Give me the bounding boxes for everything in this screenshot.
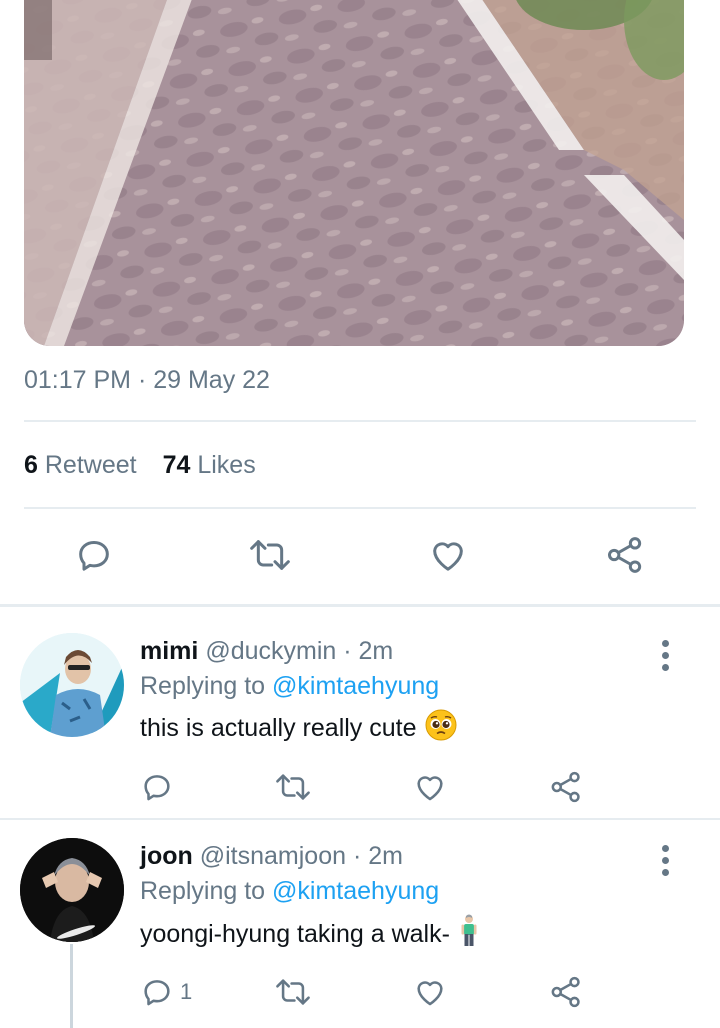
- like-button[interactable]: [428, 535, 468, 575]
- divider: [24, 507, 696, 509]
- retweet-button[interactable]: [274, 770, 312, 804]
- author-name[interactable]: joon: [140, 842, 193, 870]
- mention-link[interactable]: @kimtaehyung: [272, 877, 439, 905]
- share-icon: [551, 771, 580, 803]
- heart-icon: [417, 776, 443, 801]
- retweet-label: Retweet: [44, 451, 137, 479]
- reply-count: 1: [180, 979, 193, 1004]
- mention-link[interactable]: @kimtaehyung: [272, 672, 439, 700]
- reply-button[interactable]: [140, 770, 180, 804]
- retweet-button[interactable]: [274, 975, 312, 1009]
- replying-to: Replying to @kimtaehyung: [140, 672, 660, 701]
- replying-to: Replying to @kimtaehyung: [140, 877, 660, 906]
- heart-icon: [433, 542, 463, 571]
- author-handle[interactable]: @itsnamjoon: [200, 842, 346, 870]
- reply-time: · 2m: [343, 637, 394, 665]
- share-button[interactable]: [549, 975, 583, 1009]
- pleading-face-emoji: [425, 709, 457, 748]
- retweet-icon: [250, 540, 290, 570]
- likes-stat[interactable]: 74 Likes: [163, 451, 256, 480]
- reply-text: this is actually really cute: [140, 709, 660, 748]
- retweet-button[interactable]: [248, 535, 292, 575]
- avatar[interactable]: [20, 838, 124, 942]
- divider: [24, 420, 696, 422]
- retweet-icon: [276, 979, 310, 1005]
- reply-header: mimi @duckymin · 2m: [140, 637, 660, 666]
- share-button[interactable]: [604, 535, 646, 575]
- replying-to-label: Replying to: [140, 672, 266, 700]
- like-button[interactable]: [413, 975, 447, 1009]
- like-button[interactable]: [413, 770, 447, 804]
- reply-tweet[interactable]: joon @itsnamjoon · 2m Replying to @kimta…: [0, 820, 720, 1028]
- reply-icon: [79, 541, 109, 571]
- reply-button[interactable]: [74, 535, 114, 575]
- share-button[interactable]: [549, 770, 583, 804]
- reply-button[interactable]: 1: [140, 975, 192, 1009]
- author-handle[interactable]: @duckymin: [205, 637, 336, 665]
- reply-text: yoongi-hyung taking a walk-: [140, 914, 660, 955]
- reply-icon: [144, 775, 170, 801]
- tweet-stats: 6 Retweet 74 Likes: [24, 451, 256, 480]
- likes-label: Likes: [197, 451, 256, 479]
- tweet-image[interactable]: [24, 0, 684, 346]
- reply-time: · 2m: [352, 842, 403, 870]
- tweet-timestamp: 01:17 PM · 29 May 22: [24, 366, 270, 394]
- reply-icon: [144, 980, 170, 1006]
- more-vertical-icon[interactable]: [662, 640, 670, 676]
- reply-content: mimi @duckymin · 2m Replying to @kimtaeh…: [140, 637, 660, 748]
- avatar[interactable]: [20, 633, 124, 737]
- heart-icon: [417, 981, 443, 1006]
- reply-tweet[interactable]: mimi @duckymin · 2m Replying to @kimtaeh…: [0, 607, 720, 817]
- retweet-icon: [276, 774, 310, 800]
- retweet-stat[interactable]: 6 Retweet: [24, 451, 137, 480]
- likes-count: 74: [162, 451, 191, 479]
- author-name[interactable]: mimi: [140, 637, 198, 665]
- reply-content: joon @itsnamjoon · 2m Replying to @kimta…: [140, 842, 660, 955]
- share-icon: [608, 537, 642, 573]
- reply-header: joon @itsnamjoon · 2m: [140, 842, 660, 871]
- reply-text-body: yoongi-hyung taking a walk-: [140, 920, 450, 948]
- reply-text-body: this is actually really cute: [140, 714, 417, 742]
- share-icon: [551, 976, 580, 1008]
- standing-man-emoji: [458, 914, 480, 955]
- replying-to-label: Replying to: [140, 877, 266, 905]
- retweet-count: 6: [24, 451, 38, 479]
- thread-line: [70, 944, 73, 1028]
- more-vertical-icon[interactable]: [662, 845, 670, 881]
